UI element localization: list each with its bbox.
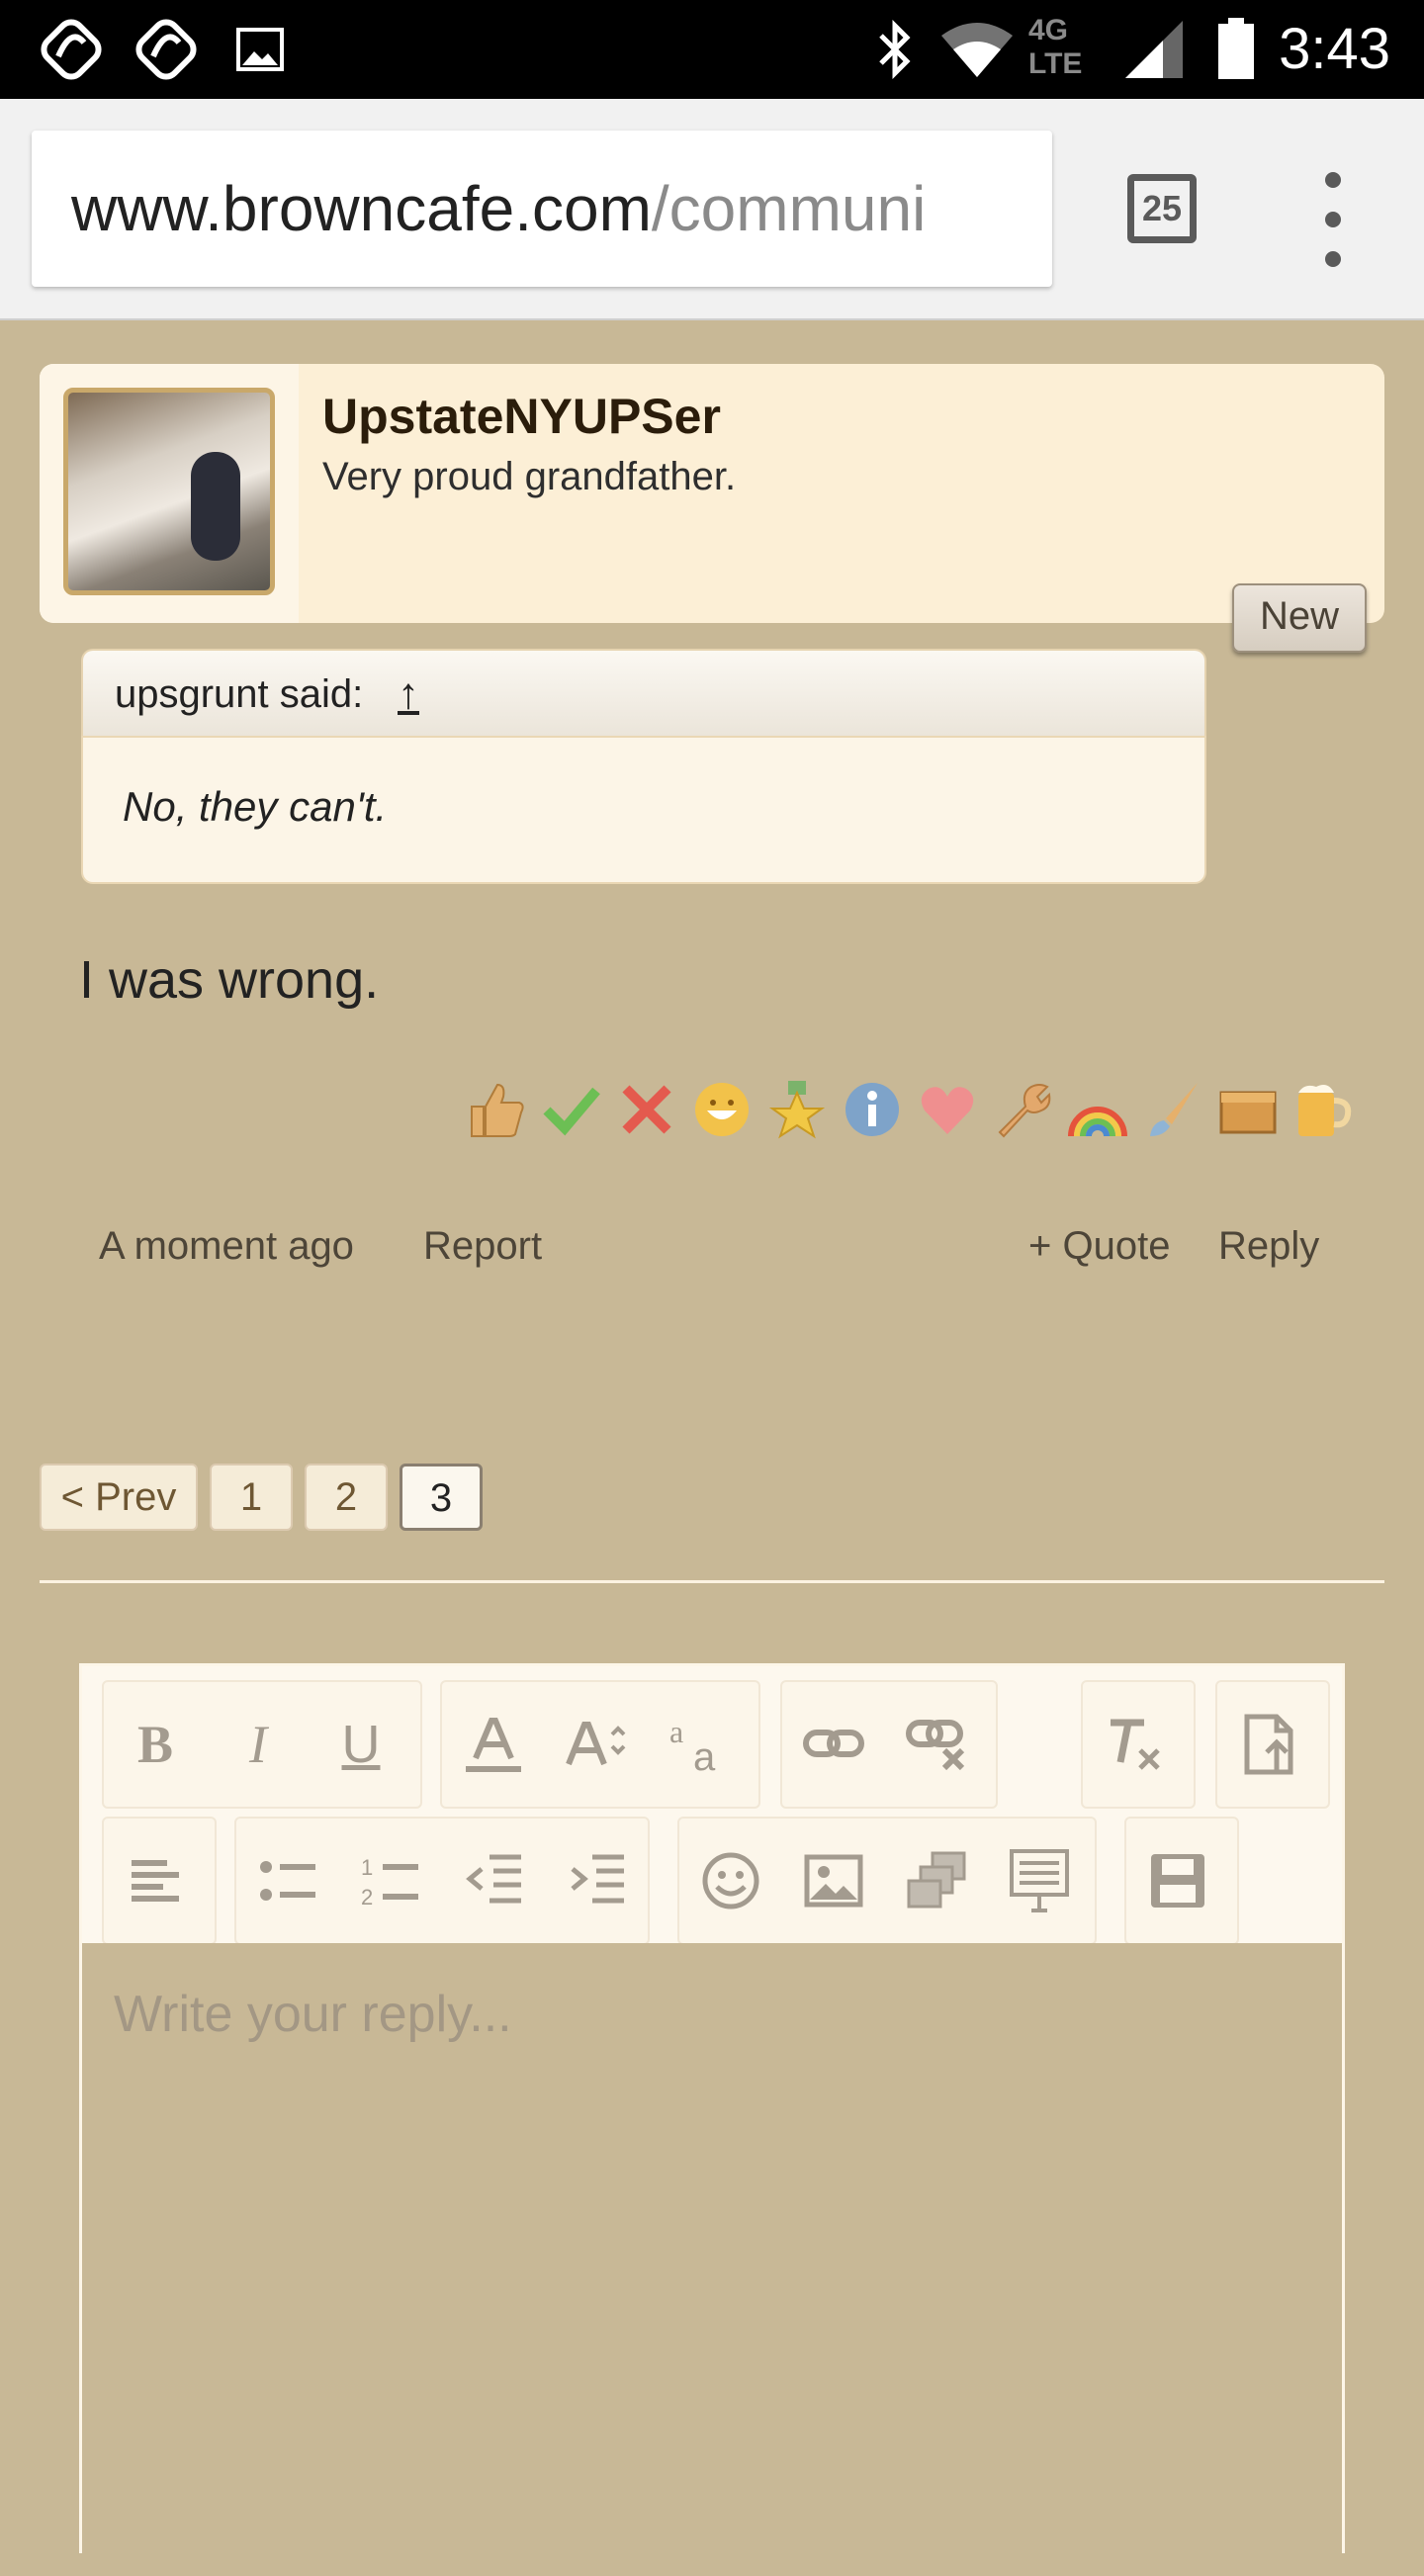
bluetooth-icon [870, 0, 920, 99]
quote-body: No, they can't. [81, 736, 1206, 884]
wifi-icon [939, 0, 1015, 99]
list-group: 12 [234, 1817, 650, 1945]
reply-button[interactable]: Reply [1218, 1214, 1319, 1278]
post-author-card: UpstateNYUPSer Very proud grandfather. [40, 364, 1384, 623]
insert-group [677, 1817, 1097, 1945]
align-group [102, 1817, 217, 1945]
quote-author: upsgrunt said: [115, 672, 364, 716]
tab-switcher-button[interactable]: 25 [1127, 174, 1197, 243]
quote-jump-link[interactable]: ↑ [398, 651, 419, 738]
user-title: Very proud grandfather. [322, 455, 737, 498]
clock: 3:43 [1279, 17, 1390, 81]
url-domain: www.browncafe.com [71, 173, 652, 244]
avatar[interactable] [63, 388, 275, 595]
box-icon[interactable] [1214, 1076, 1282, 1143]
insert-code-icon[interactable] [1217, 1682, 1320, 1807]
format-group: B I U [102, 1680, 422, 1809]
italic-button[interactable]: I [207, 1682, 310, 1807]
pagination-page-2[interactable]: 2 [305, 1464, 388, 1531]
quote-header: upsgrunt said: ↑ [81, 649, 1206, 736]
extras-group [1215, 1680, 1330, 1809]
svg-text:1: 1 [361, 1855, 373, 1880]
outdent-icon[interactable] [442, 1819, 545, 1943]
divider [40, 1580, 1384, 1583]
remove-formatting-icon[interactable] [1083, 1682, 1186, 1807]
link-group [780, 1680, 998, 1809]
align-left-icon[interactable] [104, 1819, 207, 1943]
font-group: aa [440, 1680, 760, 1809]
unlink-icon[interactable] [885, 1682, 988, 1807]
signal-icon [1121, 0, 1187, 99]
svg-text:2: 2 [361, 1885, 373, 1909]
network-type: 4G LTE [1028, 14, 1083, 80]
pagination-page-1[interactable]: 1 [210, 1464, 293, 1531]
browser-toolbar: www.browncafe.com/communi 25 [0, 99, 1424, 320]
reply-input[interactable] [82, 1943, 1342, 2576]
url-text: www.browncafe.com/communi [71, 131, 926, 287]
post-message: I was wrong. [79, 950, 380, 1010]
smile-icon[interactable] [688, 1076, 756, 1143]
rainbow-icon[interactable] [1064, 1076, 1131, 1143]
insert-quote-icon[interactable] [988, 1819, 1091, 1943]
overflow-menu-icon[interactable] [1305, 172, 1361, 267]
avatar-frame [40, 364, 299, 623]
pagination-prev[interactable]: < Prev [40, 1464, 198, 1531]
numbered-list-icon[interactable]: 12 [339, 1819, 442, 1943]
quote-button[interactable]: + Quote [1028, 1214, 1170, 1278]
username[interactable]: UpstateNYUPSer [322, 388, 721, 445]
insert-media-icon[interactable] [885, 1819, 988, 1943]
underline-button[interactable]: U [310, 1682, 412, 1807]
link-icon[interactable] [782, 1682, 885, 1807]
new-badge: New [1232, 583, 1367, 653]
quote-text: No, they can't. [123, 783, 388, 830]
bold-button[interactable]: B [104, 1682, 207, 1807]
indent-icon[interactable] [545, 1819, 648, 1943]
bulleted-list-icon[interactable] [236, 1819, 339, 1943]
text-color-icon[interactable] [442, 1682, 545, 1807]
status-bar: 4G LTE 3:43 [0, 0, 1424, 99]
insert-image-icon[interactable] [782, 1819, 885, 1943]
x-icon[interactable] [613, 1076, 680, 1143]
pagination-page-3-current[interactable]: 3 [400, 1464, 483, 1531]
medal-icon[interactable] [763, 1076, 831, 1143]
info-icon[interactable] [839, 1076, 906, 1143]
font-size-icon[interactable] [545, 1682, 648, 1807]
reaction-bar [463, 1076, 1357, 1145]
smilie-icon[interactable] [679, 1819, 782, 1943]
font-family-icon[interactable]: aa [648, 1682, 751, 1807]
post-timestamp[interactable]: A moment ago [99, 1214, 354, 1278]
report-link[interactable]: Report [423, 1214, 542, 1278]
svg-text:a: a [693, 1735, 716, 1776]
wrench-icon[interactable] [989, 1076, 1056, 1143]
url-path: /communi [651, 173, 927, 244]
battery-icon [1212, 0, 1260, 99]
url-bar[interactable]: www.browncafe.com/communi [32, 131, 1052, 287]
svg-text:a: a [669, 1714, 683, 1749]
save-group [1124, 1817, 1239, 1945]
app-notification-icon [34, 0, 109, 99]
clear-format-group [1081, 1680, 1196, 1809]
beer-icon[interactable] [1290, 1076, 1357, 1143]
save-draft-icon[interactable] [1126, 1819, 1229, 1943]
brush-icon[interactable] [1139, 1076, 1206, 1143]
heart-icon[interactable] [914, 1076, 981, 1143]
app-notification-icon [129, 0, 204, 99]
reply-editor: B I U aa 1 2 Write your reply... [79, 1663, 1345, 2576]
thumbs-up-icon[interactable] [463, 1076, 530, 1143]
image-notification-icon [233, 0, 287, 99]
editor-text-area-container [82, 1943, 1342, 2576]
check-icon[interactable] [538, 1076, 605, 1143]
